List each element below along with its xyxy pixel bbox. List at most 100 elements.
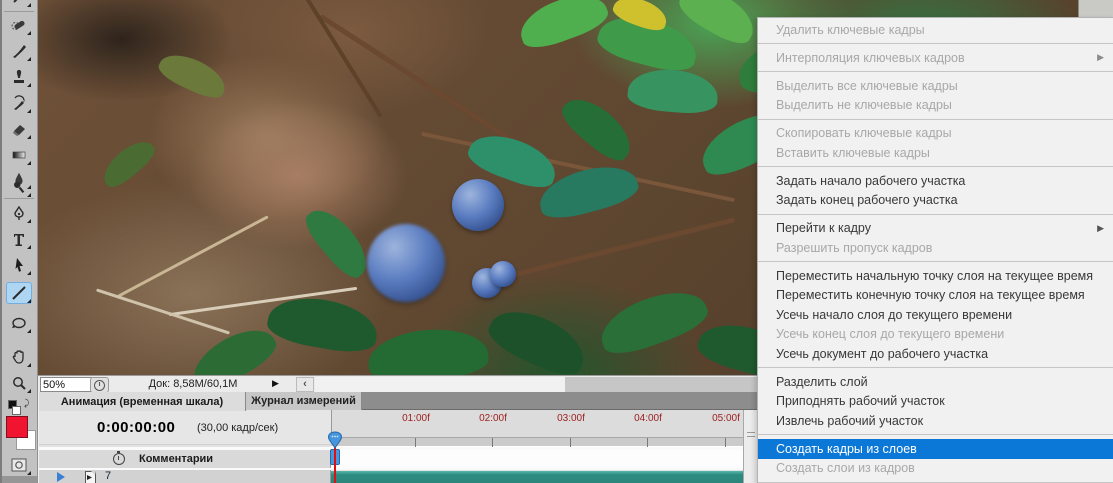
submenu-arrow-icon: ▶ [1097, 222, 1104, 233]
brush-icon[interactable] [6, 40, 32, 62]
tab-animation-timeline[interactable]: Анимация (временная шкала) [39, 392, 246, 411]
twig-shape [95, 288, 231, 335]
gradient-icon[interactable] [6, 144, 32, 166]
menu-item-split-layer[interactable]: Разделить слой [758, 372, 1113, 392]
timeline-header: 0:00:00:00 (30,00 кадр/сек) [39, 410, 331, 445]
status-flyout-icon[interactable]: ▶ [272, 378, 279, 389]
leaf-shape [555, 88, 641, 168]
disclosure-triangle-icon[interactable] [57, 472, 65, 482]
leaf-shape [626, 66, 720, 116]
history-brush-icon[interactable] [6, 92, 32, 114]
menu-item-set-work-area-start[interactable]: Задать начало рабочего участка [758, 171, 1113, 191]
menu-separator [758, 40, 1113, 49]
scroll-left-icon[interactable]: ‹ [296, 377, 314, 392]
partial-tool-icon[interactable] [6, 0, 32, 8]
path-select-icon[interactable] [6, 254, 32, 276]
menu-item-select-no-keyframes[interactable]: Выделить не ключевые кадры [758, 96, 1113, 116]
current-timecode[interactable]: 0:00:00:00 [97, 419, 175, 436]
document-status-bar: Док: 8,58М/60,1М ▶ ‹ [38, 375, 757, 393]
layer-name-label: 7 [105, 470, 112, 482]
menu-separator [758, 68, 1113, 77]
leaf-shape [482, 299, 594, 383]
berry-shape [490, 261, 516, 287]
ruler-label: 01:00f [402, 413, 430, 424]
time-ruler[interactable]: 01:00f 02:00f 03:00f 04:00f 05:00f [331, 410, 743, 437]
ruler-label: 03:00f [557, 413, 585, 424]
default-colors-icon[interactable] [8, 400, 21, 415]
clone-stamp-icon[interactable] [6, 66, 32, 88]
swap-colors-icon[interactable]: ⤸ [24, 398, 29, 409]
berry-shape [452, 179, 504, 231]
timeline-right-scrollbar[interactable] [743, 410, 758, 483]
menu-separator [758, 478, 1113, 483]
tools-panel: ⤸ [0, 0, 38, 483]
horizontal-scrollbar-thumb[interactable] [565, 377, 757, 392]
comments-track-row[interactable]: Комментарии [39, 450, 743, 468]
menu-separator [758, 210, 1113, 219]
hand-icon[interactable] [6, 346, 32, 368]
ruler-label: 05:00f [712, 413, 740, 424]
menu-item-convert-frames-to-layers[interactable]: Создать слои из кадров [758, 459, 1113, 479]
rotate-view-icon[interactable] [6, 312, 32, 334]
twig-shape [510, 217, 736, 278]
menu-item-delete-keyframes[interactable]: Удалить ключевые кадры [758, 20, 1113, 40]
frame-rate-label: (30,00 кадр/сек) [197, 422, 279, 434]
toolbar-edge [0, 0, 2, 483]
menu-item-paste-keyframes[interactable]: Вставить ключевые кадры [758, 143, 1113, 163]
playhead-handle[interactable] [327, 431, 343, 455]
menu-item-go-to-frame[interactable]: Перейти к кадру ▶ [758, 219, 1113, 239]
foreground-color-swatch[interactable] [6, 416, 28, 438]
panel-strip [1078, 0, 1113, 17]
leaf-shape [513, 0, 613, 55]
menu-separator [758, 258, 1113, 267]
menu-item-keyframe-interpolation[interactable]: Интерполяция ключевых кадров ▶ [758, 48, 1113, 68]
ruler-label: 04:00f [634, 413, 662, 424]
stopwatch-icon[interactable] [113, 451, 125, 465]
submenu-arrow-icon: ▶ [1097, 52, 1104, 63]
menu-item-copy-keyframes[interactable]: Скопировать ключевые кадры [758, 124, 1113, 144]
layer-track-row[interactable]: 7 [39, 470, 743, 483]
quick-mask-icon[interactable] [6, 454, 32, 476]
doc-size-info: Док: 8,58М/60,1М [148, 378, 238, 390]
work-area-bar[interactable] [331, 437, 743, 447]
photoshop-window: ⤸ Док: 8,58М/60,1М ▶ ‹ Анимация (временн… [0, 0, 1113, 483]
menu-item-lift-work-area[interactable]: Приподнять рабочий участок [758, 392, 1113, 412]
toolbar-separator [4, 11, 34, 12]
menu-separator [758, 431, 1113, 440]
eraser-icon[interactable] [6, 118, 32, 140]
tab-measurement-log[interactable]: Журнал измерений [246, 392, 362, 410]
burn-icon[interactable] [6, 176, 32, 198]
photo-shape [188, 100, 408, 250]
timeline-context-menu: Удалить ключевые кадры Интерполяция ключ… [757, 17, 1113, 483]
menu-item-trim-layer-end[interactable]: Усечь конец слоя до текущего времени [758, 325, 1113, 345]
ruler-label: 02:00f [479, 413, 507, 424]
layer-page-icon [85, 471, 96, 483]
menu-item-set-work-area-end[interactable]: Задать конец рабочего участка [758, 191, 1113, 211]
menu-item-select-all-keyframes[interactable]: Выделить все ключевые кадры [758, 76, 1113, 96]
layer-duration-bar[interactable] [331, 471, 743, 483]
zoom-icon[interactable] [6, 372, 32, 394]
leaf-shape [593, 280, 713, 362]
zoom-level-field[interactable] [40, 377, 92, 392]
menu-item-make-frames-from-layers[interactable]: Создать кадры из слоев [758, 439, 1113, 459]
line-icon[interactable] [6, 282, 32, 304]
pen-icon[interactable] [6, 202, 32, 224]
menu-item-extract-work-area[interactable]: Извлечь рабочий участок [758, 411, 1113, 431]
comments-track-area[interactable] [331, 450, 743, 468]
animation-panel: Анимация (временная шкала) Журнал измере… [38, 392, 758, 483]
menu-item-move-layer-out-point[interactable]: Переместить конечную точку слоя на текущ… [758, 286, 1113, 306]
leaf-shape [264, 290, 382, 358]
type-icon[interactable] [6, 228, 32, 250]
menu-item-trim-layer-start[interactable]: Усечь начало слоя до текущего времени [758, 305, 1113, 325]
menu-item-enable-frame-skipping[interactable]: Разрешить пропуск кадров [758, 238, 1113, 258]
menu-item-move-layer-in-point[interactable]: Переместить начальную точку слоя на теку… [758, 266, 1113, 286]
menu-separator [758, 163, 1113, 172]
leaf-shape [96, 133, 160, 193]
leaf-shape [154, 46, 232, 104]
comments-label: Комментарии [139, 453, 214, 465]
comments-row-header: Комментарии [39, 450, 331, 468]
spot-healing-brush-icon[interactable] [6, 14, 32, 36]
menu-item-trim-document[interactable]: Усечь документ до рабочего участка [758, 344, 1113, 364]
timer-icon[interactable] [90, 377, 109, 393]
timeline-content: 0:00:00:00 (30,00 кадр/сек) 01:00f 02:00… [39, 410, 758, 483]
